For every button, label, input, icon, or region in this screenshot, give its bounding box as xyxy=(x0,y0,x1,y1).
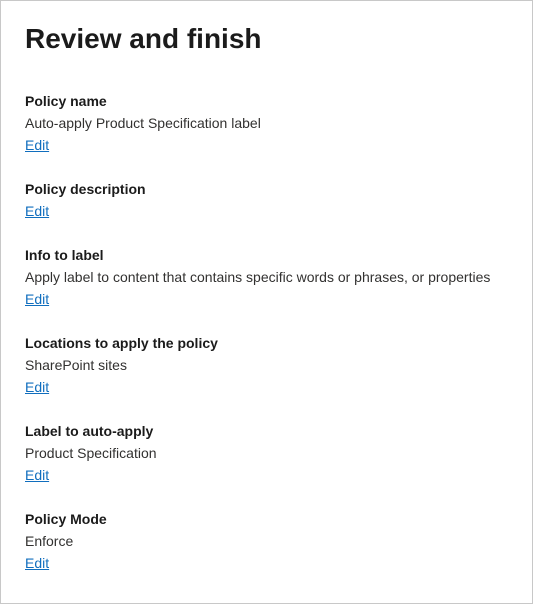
policy-name-heading: Policy name xyxy=(25,93,508,109)
label-to-auto-apply-heading: Label to auto-apply xyxy=(25,423,508,439)
label-to-auto-apply-value: Product Specification xyxy=(25,445,508,461)
section-policy-mode: Policy Mode Enforce Edit xyxy=(25,511,508,573)
edit-info-to-label-link[interactable]: Edit xyxy=(25,291,49,307)
edit-locations-link[interactable]: Edit xyxy=(25,379,49,395)
locations-heading: Locations to apply the policy xyxy=(25,335,508,351)
section-label-to-auto-apply: Label to auto-apply Product Specificatio… xyxy=(25,423,508,485)
info-to-label-value: Apply label to content that contains spe… xyxy=(25,269,508,285)
edit-policy-description-link[interactable]: Edit xyxy=(25,203,49,219)
edit-policy-name-link[interactable]: Edit xyxy=(25,137,49,153)
page-title: Review and finish xyxy=(25,23,508,55)
edit-label-to-auto-apply-link[interactable]: Edit xyxy=(25,467,49,483)
policy-name-value: Auto-apply Product Specification label xyxy=(25,115,508,131)
section-policy-name: Policy name Auto-apply Product Specifica… xyxy=(25,93,508,155)
edit-policy-mode-link[interactable]: Edit xyxy=(25,555,49,571)
policy-mode-value: Enforce xyxy=(25,533,508,549)
policy-mode-heading: Policy Mode xyxy=(25,511,508,527)
review-finish-panel: Review and finish Policy name Auto-apply… xyxy=(0,0,533,604)
section-info-to-label: Info to label Apply label to content tha… xyxy=(25,247,508,309)
locations-value: SharePoint sites xyxy=(25,357,508,373)
policy-description-heading: Policy description xyxy=(25,181,508,197)
section-policy-description: Policy description Edit xyxy=(25,181,508,221)
info-to-label-heading: Info to label xyxy=(25,247,508,263)
section-locations: Locations to apply the policy SharePoint… xyxy=(25,335,508,397)
